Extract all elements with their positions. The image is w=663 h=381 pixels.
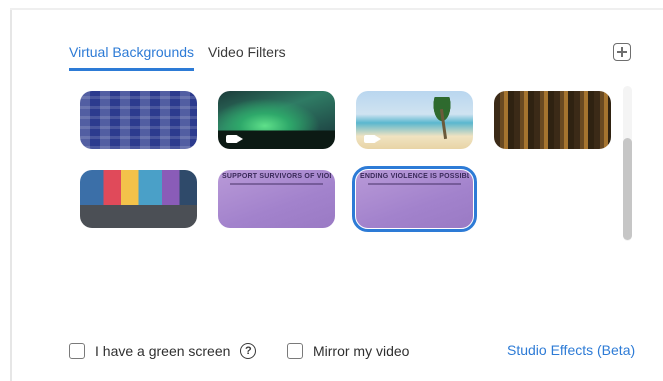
background-thumbnail-beach[interactable] bbox=[356, 91, 473, 149]
background-tabs: Virtual Backgrounds Video Filters bbox=[69, 44, 286, 72]
thumbnail-subcaption-line bbox=[230, 183, 323, 185]
background-thumbnail-ending-violence[interactable]: ENDING VIOLENCE IS POSSIBLE. bbox=[352, 166, 477, 232]
tab-video-filters[interactable]: Video Filters bbox=[208, 44, 286, 68]
scrollbar-track[interactable] bbox=[623, 86, 632, 241]
background-thumbnail-office[interactable] bbox=[80, 170, 197, 228]
green-screen-label: I have a green screen bbox=[95, 343, 231, 359]
thumbnail-caption: SUPPORT SURVIVORS OF VIOLENC bbox=[222, 173, 331, 180]
video-settings-panel: Virtual Backgrounds Video Filters SUPPOR… bbox=[0, 0, 663, 381]
thumbnail-subcaption-line bbox=[368, 183, 461, 185]
help-icon[interactable]: ? bbox=[240, 343, 257, 359]
background-thumbnail-support-survivors[interactable]: SUPPORT SURVIVORS OF VIOLENC bbox=[218, 170, 335, 228]
tab-virtual-backgrounds[interactable]: Virtual Backgrounds bbox=[69, 44, 195, 71]
background-thumbnail-blue-pattern[interactable] bbox=[80, 91, 197, 149]
mirror-video-checkbox[interactable] bbox=[287, 343, 303, 359]
video-camera-icon bbox=[364, 135, 381, 143]
panel-border-top bbox=[10, 8, 663, 10]
background-thumbnail-northern-lights[interactable] bbox=[218, 91, 335, 149]
mirror-video-label: Mirror my video bbox=[313, 343, 410, 359]
green-screen-option: I have a green screen ? bbox=[69, 341, 257, 361]
background-thumbnail-forest[interactable] bbox=[494, 91, 611, 149]
studio-effects-link[interactable]: Studio Effects (Beta) bbox=[507, 342, 635, 358]
scrollbar-thumb[interactable] bbox=[623, 138, 632, 240]
add-background-button[interactable] bbox=[613, 43, 631, 61]
green-screen-checkbox[interactable] bbox=[69, 343, 85, 359]
panel-border-left bbox=[10, 8, 12, 381]
video-camera-icon bbox=[226, 135, 243, 143]
thumbnail-caption: ENDING VIOLENCE IS POSSIBLE. bbox=[360, 173, 469, 180]
mirror-video-option: Mirror my video bbox=[287, 341, 409, 361]
palm-tree-graphic bbox=[425, 97, 459, 137]
